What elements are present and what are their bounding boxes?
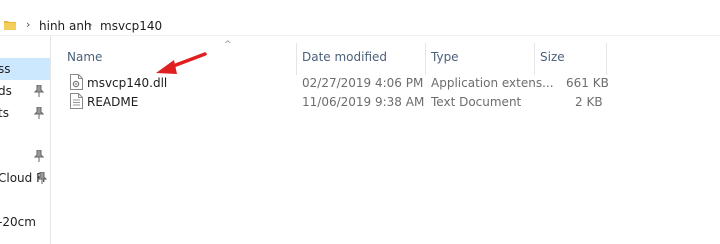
navigation-pane: ss ds ts Cloud Fi -20cm [0,35,51,244]
breadcrumb-chevron-icon[interactable]: › [26,18,30,31]
nav-item-3[interactable]: ts [0,102,50,124]
column-divider[interactable] [534,43,535,75]
file-name[interactable]: README [87,95,138,109]
red-arrow-annotation [156,52,207,74]
column-type[interactable]: Type [431,50,459,64]
column-divider[interactable] [606,43,607,75]
file-date-modified: 11/06/2019 9:38 AM [302,95,425,109]
file-row-readme[interactable]: README 11/06/2019 9:38 AM Text Document … [50,92,720,112]
breadcrumb-chevron-icon[interactable]: › [88,18,92,31]
folder-icon [4,21,16,30]
file-name[interactable]: msvcp140.dll [87,76,167,90]
file-type: Application extens... [431,76,554,90]
nav-item-6[interactable]: -20cm [0,211,50,233]
text-file-icon [70,93,83,109]
dll-file-icon [70,74,83,90]
file-type: Text Document [431,95,522,109]
breadcrumb-item-hinh-anh[interactable]: hinh anh [39,19,92,33]
breadcrumb-item-msvcp140[interactable]: msvcp140 [100,19,162,33]
column-divider[interactable] [425,43,426,75]
nav-item-label: ds [0,84,12,98]
column-divider[interactable] [296,43,297,75]
nav-item-1[interactable]: ss [0,58,50,80]
pin-icon [34,85,44,97]
nav-item-label: ts [0,106,9,120]
pin-icon [34,150,44,162]
column-date-modified[interactable]: Date modified [302,50,387,64]
sort-ascending-icon: ^ [224,40,232,50]
pin-icon [34,107,44,119]
nav-item-label: -20cm [0,215,36,229]
column-size[interactable]: Size [540,50,565,64]
file-size: 2 KB [575,95,603,109]
nav-item-2[interactable]: ds [0,80,50,102]
nav-item-4[interactable] [0,145,50,167]
pin-icon [37,172,47,184]
file-date-modified: 02/27/2019 4:06 PM [302,76,424,90]
file-size: 661 KB [566,76,609,90]
column-name[interactable]: Name [67,50,102,64]
nav-item-5[interactable]: Cloud Fi [0,167,50,189]
address-bar[interactable]: › hinh anh › msvcp140 [0,0,720,36]
nav-item-label: ss [0,62,11,76]
